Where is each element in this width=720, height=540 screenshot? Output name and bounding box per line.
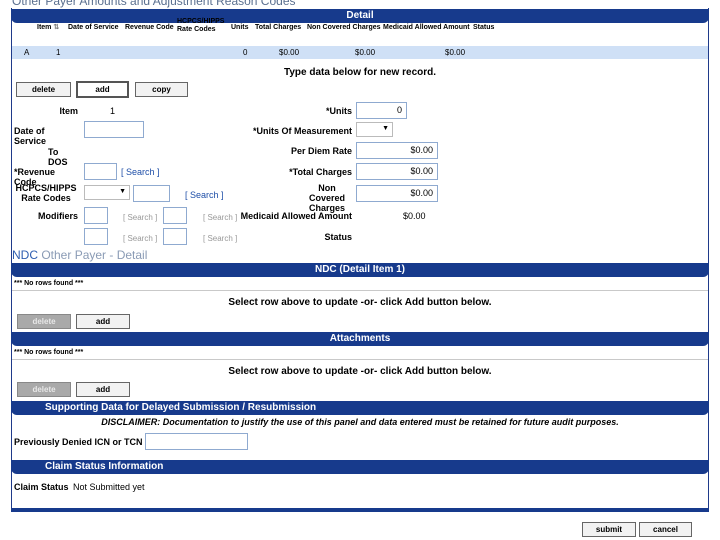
claim-status-label: Claim Status xyxy=(14,482,69,492)
col-revenue[interactable]: Revenue Code xyxy=(125,24,174,32)
status-label: Status xyxy=(324,232,352,242)
detail-header: Detail xyxy=(11,9,709,23)
cancel-button[interactable]: cancel xyxy=(639,522,692,537)
dos-input[interactable] xyxy=(84,121,144,138)
attachments-header: Attachments xyxy=(11,332,709,346)
hcpcs-code-input[interactable] xyxy=(133,185,170,202)
modifier-3-search-link[interactable]: [ Search ] xyxy=(123,234,157,243)
copy-button[interactable]: copy xyxy=(135,82,188,97)
hcpcs-search-link[interactable]: [ Search ] xyxy=(185,190,224,200)
modifier-1-input[interactable] xyxy=(84,207,108,224)
ndc-no-rows: *** No rows found *** xyxy=(14,280,84,287)
claim-status-header: Claim Status Information xyxy=(11,460,709,474)
chevron-down-icon: ▼ xyxy=(119,188,126,195)
col-hcpcs[interactable]: HCPCS/HIPPS Rate Codes xyxy=(177,18,224,34)
modifier-3-input[interactable] xyxy=(84,228,108,245)
ndc-instruction: Select row above to update -or- click Ad… xyxy=(228,297,492,308)
ndc-header: NDC (Detail Item 1) xyxy=(11,263,709,277)
col-item[interactable]: Item ⇅ xyxy=(37,24,59,32)
attachments-delete-button[interactable]: delete xyxy=(17,382,71,397)
per-diem-label: Per Diem Rate xyxy=(290,146,352,156)
units-label: *Units xyxy=(325,106,352,116)
sub-nav: NDC Other Payer - Detail xyxy=(12,248,147,262)
chevron-down-icon: ▼ xyxy=(382,125,389,132)
col-allowed[interactable]: Medicaid Allowed Amount xyxy=(383,24,470,32)
col-noncovered[interactable]: Non Covered Charges xyxy=(307,24,381,32)
ndc-add-button[interactable]: add xyxy=(76,314,130,329)
ndc-delete-button[interactable]: delete xyxy=(17,314,71,329)
row-select-cell[interactable]: A xyxy=(24,48,29,57)
supporting-data-header: Supporting Data for Delayed Submission /… xyxy=(11,401,709,415)
col-total[interactable]: Total Charges xyxy=(255,24,301,32)
attachments-add-button[interactable]: add xyxy=(76,382,130,397)
allowed-amount-label: Medicaid Allowed Amount xyxy=(240,211,352,221)
attachments-no-rows: *** No rows found *** xyxy=(14,349,84,356)
other-payer-link[interactable]: Other Payer Amounts and Adjustment Reaso… xyxy=(12,0,296,8)
col-units[interactable]: Units xyxy=(231,24,249,32)
col-status[interactable]: Status xyxy=(473,24,494,32)
divider xyxy=(12,290,708,291)
per-diem-input[interactable]: $0.00 xyxy=(356,142,438,159)
total-charges-label: *Total Charges xyxy=(289,167,352,177)
item-value: 1 xyxy=(110,106,116,116)
todos-label: To DOS xyxy=(48,147,68,167)
total-charges-input[interactable]: $0.00 xyxy=(356,163,438,180)
hcpcs-select[interactable]: ▼ xyxy=(84,185,130,200)
row-noncovered-cell: $0.00 xyxy=(355,48,376,57)
revenue-search-link[interactable]: [ Search ] xyxy=(121,167,160,177)
divider xyxy=(12,359,708,360)
modifier-4-input[interactable] xyxy=(163,228,187,245)
modifier-2-input[interactable] xyxy=(163,207,187,224)
submit-button[interactable]: submit xyxy=(582,522,636,537)
dos-label: Date of Service xyxy=(14,126,47,146)
row-item-cell: 1 xyxy=(56,48,61,57)
row-total-cell: $0.00 xyxy=(279,48,300,57)
units-input[interactable]: 0 xyxy=(356,102,407,119)
hcpcs-label: HCPCS/HIPPS Rate Codes xyxy=(15,183,77,203)
claim-status-value: Not Submitted yet xyxy=(73,482,145,492)
item-label: Item xyxy=(59,106,78,116)
row-allowed-cell: $0.00 xyxy=(445,48,466,57)
disclaimer-text: DISCLAIMER: Documentation to justify the… xyxy=(101,417,619,427)
row-units-cell: 0 xyxy=(243,48,248,57)
denied-icn-label: Previously Denied ICN or TCN xyxy=(14,437,143,447)
non-covered-input[interactable]: $0.00 xyxy=(356,185,438,202)
attachments-instruction: Select row above to update -or- click Ad… xyxy=(228,366,492,377)
col-dos[interactable]: Date of Service xyxy=(68,24,119,32)
delete-button[interactable]: delete xyxy=(16,82,71,97)
allowed-amount-value: $0.00 xyxy=(403,211,426,221)
non-covered-label: Non Covered Charges xyxy=(308,183,345,213)
uom-label: *Units Of Measurement xyxy=(252,126,352,136)
revenue-code-input[interactable] xyxy=(84,163,117,180)
other-payer-detail-tab[interactable]: Other Payer - Detail xyxy=(41,248,147,262)
add-button[interactable]: add xyxy=(76,81,129,98)
modifiers-label: Modifiers xyxy=(37,211,78,221)
modifier-1-search-link[interactable]: [ Search ] xyxy=(123,213,157,222)
ndc-tab[interactable]: NDC xyxy=(12,248,38,262)
denied-icn-input[interactable] xyxy=(145,433,248,450)
new-record-instruction: Type data below for new record. xyxy=(283,67,437,78)
uom-select[interactable]: ▼ xyxy=(356,122,393,137)
bottom-bar xyxy=(11,508,709,512)
